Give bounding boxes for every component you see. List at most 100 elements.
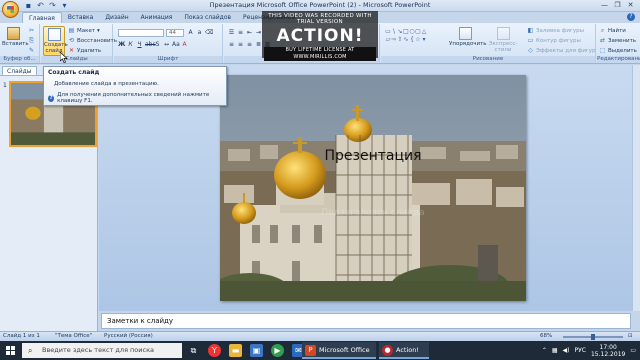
select-button[interactable]: ⬚ Выделить bbox=[599, 47, 637, 54]
taskbar-app-powerpoint-label: Microsoft Office Po... bbox=[319, 346, 370, 354]
taskbar-app-powerpoint[interactable]: P Microsoft Office Po... bbox=[302, 342, 376, 359]
case-button[interactable]: Aa bbox=[172, 41, 180, 48]
shape-fill-button[interactable]: ◧ Заливка фигуры bbox=[527, 27, 584, 34]
bold-button[interactable]: Ж bbox=[118, 41, 125, 48]
font-size-combo[interactable]: 44 bbox=[166, 29, 184, 37]
replace-button[interactable]: ⇄ Заменить bbox=[599, 37, 636, 44]
format-painter-button[interactable]: ✎ bbox=[28, 47, 35, 54]
grow-font-icon[interactable]: A bbox=[187, 29, 194, 36]
shadow-button[interactable]: S bbox=[154, 41, 161, 48]
language-status[interactable]: Русский (Россия) bbox=[104, 332, 153, 341]
help-circle-icon: ? bbox=[48, 94, 55, 102]
clock-time: 17:00 bbox=[599, 343, 617, 351]
delete-label: Удалить bbox=[77, 47, 102, 54]
numbering-icon[interactable]: ≡ bbox=[237, 29, 244, 36]
spacing-button[interactable]: ↔ bbox=[163, 41, 170, 48]
yandex-browser-icon[interactable]: Y bbox=[208, 344, 221, 357]
reset-button[interactable]: ⟲ Восстановить bbox=[68, 37, 117, 44]
shape-outline-label: Контур фигуры bbox=[536, 37, 581, 44]
copy-icon: ⎘ bbox=[29, 37, 34, 44]
minimize-button[interactable]: — bbox=[598, 0, 611, 11]
find-button[interactable]: ⌕ Найти bbox=[599, 27, 626, 34]
fill-icon: ◧ bbox=[527, 27, 534, 34]
tab-slide-show[interactable]: Показ слайдов bbox=[178, 12, 237, 23]
vertical-scrollbar[interactable] bbox=[632, 65, 640, 311]
input-language[interactable]: РУС bbox=[575, 347, 586, 354]
search-icon: ⌕ bbox=[28, 346, 33, 355]
layout-button[interactable]: ▤ Макет ▾ bbox=[68, 27, 100, 34]
media-player-icon[interactable]: ▶ bbox=[271, 344, 284, 357]
cut-icon: ✂ bbox=[28, 27, 35, 34]
arrange-icon bbox=[458, 27, 472, 40]
tab-animation[interactable]: Анимация bbox=[135, 12, 179, 23]
tab-insert[interactable]: Вставка bbox=[62, 12, 99, 23]
cut-button[interactable]: ✂ bbox=[28, 27, 35, 34]
watermark-line3: BUY LIFETIME LICENSE AT WWW.MIRILLIS.COM bbox=[264, 47, 376, 61]
tab-design[interactable]: Дизайн bbox=[99, 12, 134, 23]
shape-fill-label: Заливка фигуры bbox=[536, 27, 584, 34]
find-label: Найти bbox=[608, 27, 626, 34]
clear-format-icon[interactable]: ⌫ bbox=[205, 29, 213, 36]
delete-button[interactable]: ✕ Удалить bbox=[68, 47, 101, 54]
tab-home[interactable]: Главная bbox=[22, 12, 62, 23]
slide-subtitle[interactable]: Подзаголовок слайда bbox=[220, 208, 526, 218]
delete-icon: ✕ bbox=[68, 47, 75, 54]
shape-outline-button[interactable]: ▭ Контур фигуры bbox=[527, 37, 581, 44]
slide-title[interactable]: Презентация bbox=[220, 148, 526, 164]
tab-slides-panel[interactable]: Слайды bbox=[2, 66, 37, 75]
align-center-icon[interactable]: ≡ bbox=[237, 41, 244, 48]
network-icon[interactable]: ▦ bbox=[552, 347, 558, 354]
new-slide-tooltip: Создать слайд Добавление слайда в презен… bbox=[43, 66, 227, 106]
more-shapes-icon[interactable]: ▾ bbox=[421, 36, 427, 44]
paste-button[interactable]: Вставить bbox=[2, 26, 29, 56]
layout-label: Макет bbox=[77, 27, 96, 34]
bullets-icon[interactable]: ☰ bbox=[228, 29, 235, 36]
select-icon: ⬚ bbox=[599, 47, 606, 54]
font-group: 44 A a ⌫ Ж К Ч abc S ↔ Aa A Шрифт bbox=[114, 24, 223, 63]
select-label: Выделить bbox=[608, 47, 637, 54]
zoom-slider-handle[interactable] bbox=[591, 334, 595, 340]
font-color-button[interactable]: A bbox=[181, 41, 188, 48]
volume-icon[interactable]: ◀) bbox=[563, 347, 570, 354]
drawing-group-label: Рисование bbox=[381, 56, 595, 63]
zoom-level[interactable]: 68% bbox=[540, 332, 552, 341]
tray-chevron-icon[interactable]: ⌃ bbox=[542, 347, 547, 354]
taskbar-app-action[interactable]: ● Action! bbox=[379, 342, 429, 359]
font-name-combo[interactable] bbox=[118, 29, 164, 37]
slide-background-photo bbox=[220, 75, 526, 301]
office-button[interactable] bbox=[2, 1, 19, 18]
notifications-icon[interactable]: ▭ bbox=[630, 347, 636, 354]
copy-button[interactable]: ⎘ bbox=[28, 37, 35, 44]
powerpoint-app-icon: P bbox=[305, 345, 316, 356]
align-right-icon[interactable]: ≡ bbox=[246, 41, 253, 48]
strikethrough-button[interactable]: abc bbox=[145, 41, 156, 48]
taskbar-search-box[interactable]: ⌕ Введите здесь текст для поиска bbox=[22, 343, 182, 358]
store-icon[interactable]: ▣ bbox=[250, 344, 263, 357]
justify-icon[interactable]: ≣ bbox=[255, 41, 262, 48]
task-view-icon[interactable]: ⧉ bbox=[187, 344, 200, 357]
file-explorer-icon[interactable]: ▬ bbox=[229, 344, 242, 357]
italic-button[interactable]: К bbox=[127, 41, 134, 48]
align-left-icon[interactable]: ≡ bbox=[228, 41, 235, 48]
clock[interactable]: 17:00 15.12.2019 bbox=[591, 344, 625, 358]
decrease-indent-icon[interactable]: ⇤ bbox=[246, 29, 253, 36]
arrange-button[interactable]: Упорядочить bbox=[449, 26, 487, 56]
shrink-font-icon[interactable]: a bbox=[196, 29, 203, 36]
binoculars-icon: ⌕ bbox=[600, 27, 605, 34]
close-button[interactable]: ✕ bbox=[624, 0, 637, 11]
quick-styles-button[interactable]: Экспресс-стили bbox=[485, 26, 521, 56]
editing-group: ⌕Найти ⇄Заменить ⬚Выделить Редактировани… bbox=[597, 24, 640, 63]
underline-button[interactable]: Ч bbox=[136, 41, 143, 48]
fit-window-icon[interactable]: ⊡ bbox=[628, 332, 633, 341]
shapes-gallery[interactable]: ▭ \ ↘ □ ○ ▢ △ ▱ ⇨ ⇧ ∿ { ☆ ▾ bbox=[385, 28, 427, 52]
increase-indent-icon[interactable]: ⇥ bbox=[255, 29, 262, 36]
watermark-brand: ACTION! bbox=[276, 26, 364, 46]
windows-start-icon[interactable] bbox=[6, 346, 15, 355]
notes-pane[interactable]: Заметки к слайду bbox=[101, 313, 631, 329]
maximize-button[interactable]: ❐ bbox=[611, 0, 624, 11]
editing-group-label: Редактирование bbox=[597, 56, 640, 63]
shape-effects-button[interactable]: ◇ Эффекты для фигур bbox=[527, 47, 595, 54]
triangle-shape-icon[interactable]: △ bbox=[421, 28, 427, 36]
slide-canvas[interactable]: Презентация Подзаголовок слайда bbox=[220, 75, 526, 301]
help-icon[interactable]: ? bbox=[627, 13, 635, 21]
